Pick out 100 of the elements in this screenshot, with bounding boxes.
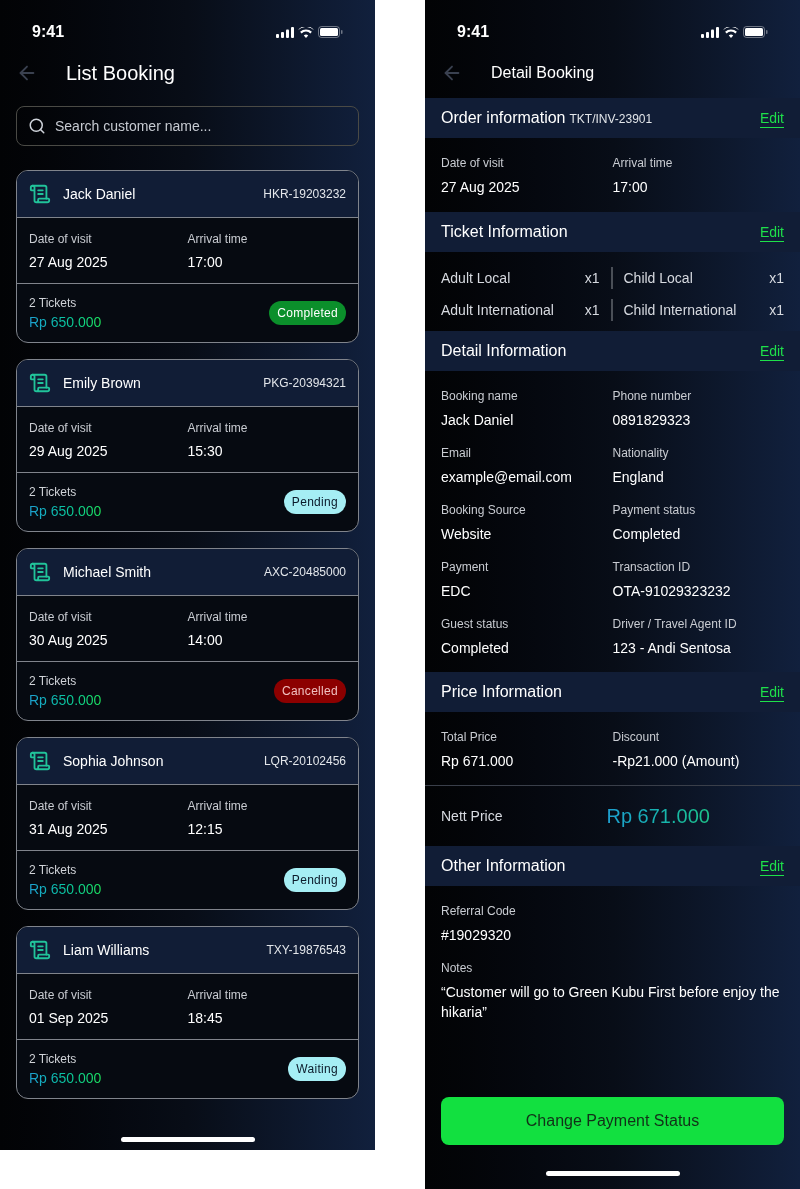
field-label: Booking name — [441, 388, 519, 405]
field-label: Nationality — [612, 445, 670, 462]
status-badge: Pending — [283, 490, 346, 514]
field-label: Phone number — [612, 388, 693, 405]
field-value: example@email.com — [441, 468, 573, 487]
field-label: Date of visit — [441, 155, 505, 172]
ticket-type: Child International — [623, 300, 738, 320]
section-title: Price Information — [441, 682, 562, 702]
field-label: Date of visit — [29, 609, 93, 626]
receipt-icon — [29, 561, 51, 583]
booking-code: TXY-19876543 — [266, 942, 346, 959]
section-title: Order information — [441, 108, 566, 128]
receipt-icon — [29, 372, 51, 394]
field-label: Total Price — [441, 729, 499, 746]
screen-title: Detail Booking — [491, 63, 595, 83]
edit-link[interactable]: Edit — [759, 108, 784, 128]
ticket-quantity: x1 — [584, 268, 600, 288]
invoice-number: TKT/INV-23901 — [569, 111, 653, 128]
field-label: Discount — [612, 729, 661, 746]
ticket-count: 2 Tickets — [29, 861, 78, 879]
field-label: Booking Source — [441, 502, 527, 519]
status-badge: Waiting — [288, 1057, 346, 1081]
status-badge: Completed — [269, 301, 346, 325]
edit-link[interactable]: Edit — [759, 222, 784, 242]
field-value: 30 Aug 2025 — [29, 631, 109, 650]
wifi-icon — [298, 26, 314, 38]
field-value: 14:00 — [187, 631, 224, 650]
status-badge: Cancelled — [273, 679, 346, 703]
ticket-quantity: x1 — [584, 300, 600, 320]
field-value: 12:15 — [187, 820, 224, 839]
field-value: 123 - Andi Sentosa — [612, 639, 732, 658]
field-label: Arrival time — [187, 231, 249, 248]
booking-card[interactable]: Emily Brown PKG-20394321 Date of visit 29 Aug 2025 Arrival time 15:30 2 Tickets Rp 650.000 Pending — [16, 359, 359, 532]
booking-card[interactable]: Liam Williams TXY-19876543 Date of visit 01 Sep 2025 Arrival time 18:45 2 Tickets Rp 650.000 Waiting — [16, 926, 359, 1099]
field-value: 18:45 — [187, 1009, 224, 1028]
edit-link[interactable]: Edit — [759, 682, 784, 702]
ticket-count: 2 Tickets — [29, 672, 78, 690]
field-label: Referral Code — [441, 903, 517, 920]
field-label: Guest status — [441, 616, 510, 633]
battery-icon — [743, 26, 768, 38]
signal-icon — [701, 26, 719, 38]
field-value: Completed — [612, 525, 682, 544]
receipt-icon — [29, 939, 51, 961]
field-value: OTA-91029323232 — [612, 582, 732, 601]
section-title: Detail Information — [441, 341, 567, 361]
field-value: 17:00 — [612, 178, 649, 197]
booking-code: HKR-19203232 — [263, 186, 346, 203]
field-value: Rp 671.000 — [441, 752, 515, 771]
field-label: Date of visit — [29, 987, 93, 1004]
field-value: 27 Aug 2025 — [441, 178, 521, 197]
booking-code: LQR-20102456 — [263, 753, 346, 770]
booking-card[interactable]: Michael Smith AXC-20485000 Date of visit 30 Aug 2025 Arrival time 14:00 2 Tickets Rp 650.000 Cancelled — [16, 548, 359, 721]
section-title: Other Information — [441, 856, 566, 876]
field-label: Payment status — [612, 502, 697, 519]
booking-card[interactable]: Jack Daniel HKR-19203232 Date of visit 27 Aug 2025 Arrival time 17:00 2 Tickets Rp 650.000 Completed — [16, 170, 359, 343]
status-badge: Pending — [283, 868, 346, 892]
signal-icon — [276, 26, 294, 38]
field-value: -Rp21.000 (Amount) — [612, 752, 741, 771]
field-label: Date of visit — [29, 798, 93, 815]
screen-title: List Booking — [66, 61, 175, 86]
field-value: 0891829323 — [612, 411, 692, 430]
field-value: “Customer will go to Green Kubu First before enjoy the hikaria” — [441, 983, 781, 1022]
edit-link[interactable]: Edit — [759, 856, 784, 876]
change-payment-status-button[interactable]: Change Payment Status — [441, 1097, 784, 1145]
booking-code: AXC-20485000 — [263, 564, 346, 581]
field-value: 17:00 — [187, 253, 224, 272]
booking-card[interactable]: Sophia Johnson LQR-20102456 Date of visit 31 Aug 2025 Arrival time 12:15 2 Tickets Rp 650.000 Pending — [16, 737, 359, 910]
ticket-quantity: x1 — [769, 300, 784, 320]
customer-name: Liam Williams — [63, 940, 151, 960]
field-value: Website — [441, 525, 493, 544]
field-label: Arrival time — [187, 798, 249, 815]
ticket-count: 2 Tickets — [29, 294, 78, 312]
edit-link[interactable]: Edit — [759, 341, 784, 361]
search-icon — [28, 117, 46, 135]
booking-code: PKG-20394321 — [263, 375, 346, 392]
field-value: #19029320 — [441, 926, 513, 945]
ticket-quantity: x1 — [769, 268, 784, 288]
field-value: Completed — [441, 639, 510, 658]
field-label: Arrival time — [612, 155, 674, 172]
field-value: EDC — [441, 582, 472, 601]
field-label: Email — [441, 445, 472, 462]
search-field[interactable]: Search customer name... — [16, 106, 359, 146]
nett-price-label: Nett Price — [441, 806, 504, 826]
field-value: 29 Aug 2025 — [29, 442, 109, 461]
ticket-count: 2 Tickets — [29, 483, 78, 501]
battery-icon — [318, 26, 343, 38]
field-value: Jack Daniel — [441, 411, 515, 430]
customer-name: Jack Daniel — [63, 184, 137, 204]
wifi-icon — [723, 26, 739, 38]
field-label: Arrival time — [187, 609, 249, 626]
customer-name: Sophia Johnson — [63, 751, 165, 771]
field-label: Driver / Travel Agent ID — [612, 616, 738, 633]
customer-name: Michael Smith — [63, 562, 152, 582]
ticket-count: 2 Tickets — [29, 1050, 78, 1068]
field-value: 15:30 — [187, 442, 224, 461]
field-value: 31 Aug 2025 — [29, 820, 109, 839]
ticket-type: Adult Local — [441, 268, 512, 288]
receipt-icon — [29, 750, 51, 772]
field-label: Date of visit — [29, 420, 93, 437]
section-title: Ticket Information — [441, 222, 568, 242]
